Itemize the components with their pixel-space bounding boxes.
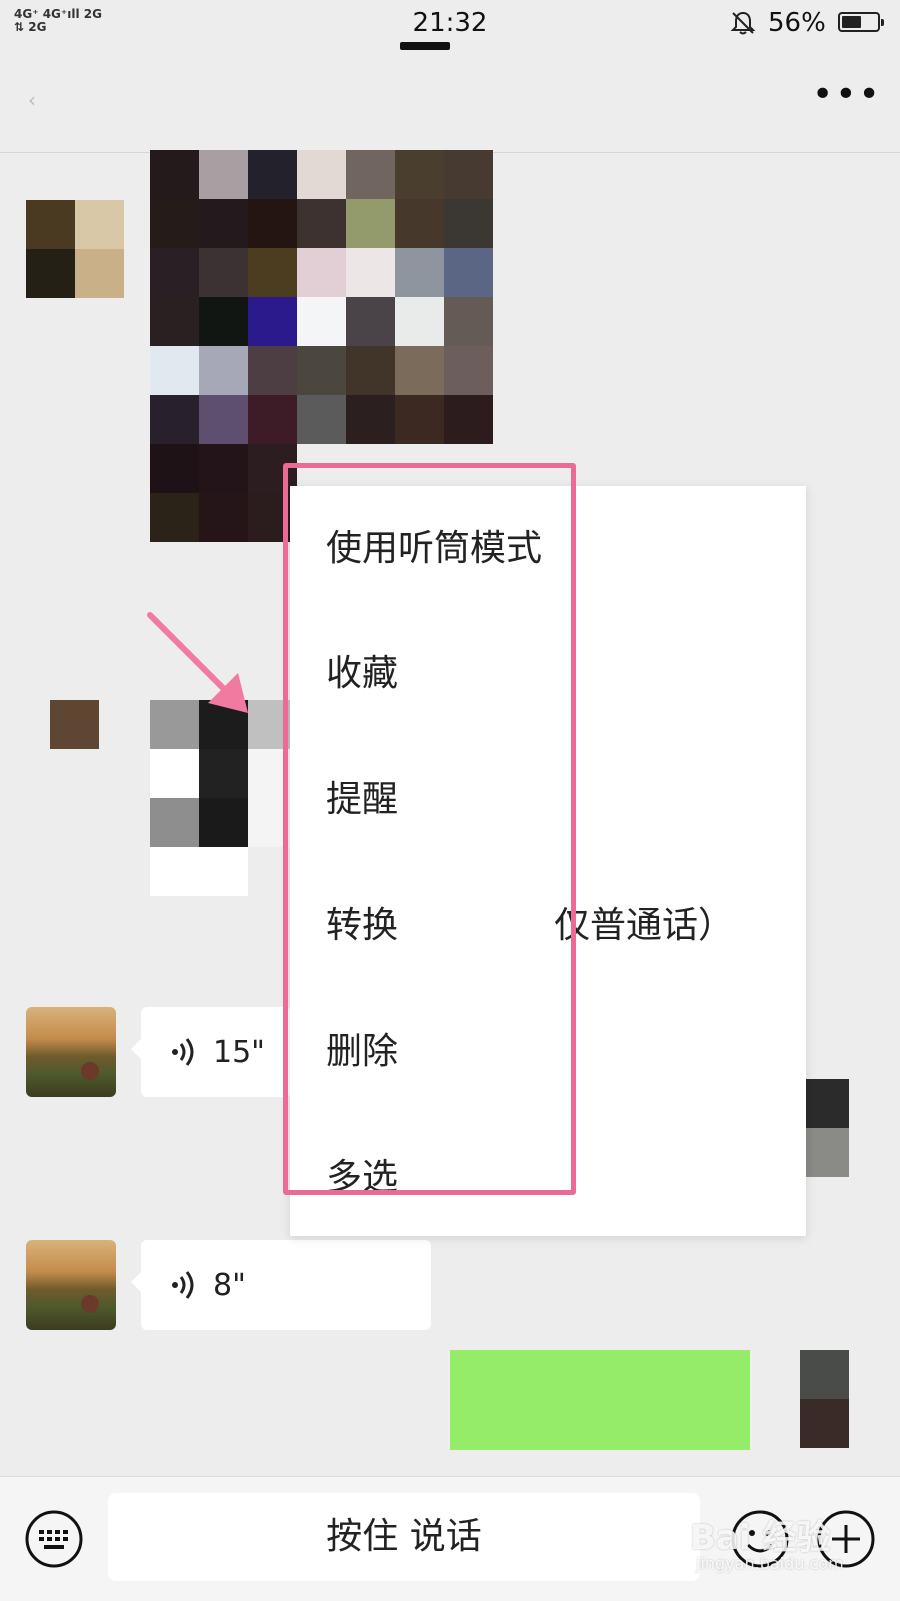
- mosaic-cell: [395, 297, 444, 346]
- mosaic-cell: [297, 346, 346, 395]
- mosaic-cell: [395, 248, 444, 297]
- mosaic-cell: [199, 248, 248, 297]
- mosaic-cell: [150, 248, 199, 297]
- battery-percent: 56%: [768, 8, 826, 38]
- menu-item-convert-to-text-tail[interactable]: 仅普通话）: [554, 896, 734, 956]
- mosaic-cell: [297, 395, 346, 444]
- mosaic-cell: [248, 395, 297, 444]
- status-time: 21:32: [412, 8, 488, 38]
- mosaic-cell: [199, 749, 248, 798]
- mute-bell-icon: [730, 11, 756, 35]
- mosaic-cell: [248, 297, 297, 346]
- sent-message-bubble[interactable]: [450, 1350, 750, 1450]
- watermark-line-1: Bai 经验: [690, 1518, 831, 1558]
- mosaic-cell: [150, 199, 199, 248]
- voice-message-bubble-2[interactable]: 8": [131, 1240, 431, 1330]
- mosaic-cell: [75, 249, 124, 298]
- avatar-1[interactable]: [26, 1007, 116, 1097]
- avatar-image: [26, 1007, 116, 1097]
- mosaic-cell: [297, 150, 346, 199]
- watermark-line-2: jingyan.baidu.com: [696, 1554, 844, 1573]
- mosaic-cell: [297, 248, 346, 297]
- mosaic-cell: [150, 847, 199, 896]
- mosaic-cell: [395, 346, 444, 395]
- mosaic-cell: [346, 297, 395, 346]
- mosaic-cell: [199, 199, 248, 248]
- mosaic-cell: [346, 150, 395, 199]
- chat-nav-bar: ‹ •••: [0, 48, 900, 153]
- battery-fill: [842, 16, 861, 28]
- mosaic-cell: [346, 395, 395, 444]
- mosaic-cell: [346, 248, 395, 297]
- mosaic-cell: [297, 199, 346, 248]
- mosaic-cell: [444, 199, 493, 248]
- mosaic-cell: [150, 395, 199, 444]
- mosaic-cell: [199, 346, 248, 395]
- mosaic-cell: [199, 798, 248, 847]
- mosaic-cell: [75, 200, 124, 249]
- voice-duration: 8": [213, 1268, 246, 1303]
- mosaic-cell: [444, 150, 493, 199]
- mosaic-cell: [297, 297, 346, 346]
- mosaic-cell: [150, 798, 199, 847]
- avatar-pixelated-3[interactable]: [800, 1030, 849, 1226]
- mosaic-cell: [50, 700, 99, 749]
- battery-tip: [881, 19, 884, 26]
- mosaic-cell: [150, 346, 199, 395]
- voice-duration: 15": [213, 1035, 265, 1070]
- hold-to-talk-button[interactable]: 按住 说话: [108, 1493, 700, 1581]
- mosaic-cell: [444, 297, 493, 346]
- status-bar: 4G⁺ 4G⁺ıll 2G ⇅ 2G 21:32 56%: [0, 0, 900, 50]
- voice-message-bubble-1[interactable]: 15": [131, 1007, 291, 1097]
- mosaic-cell: [150, 297, 199, 346]
- highlight-annotation: [283, 463, 576, 1195]
- keyboard-icon[interactable]: [24, 1509, 84, 1569]
- mosaic-cell: [199, 847, 248, 896]
- mosaic-cell: [800, 1128, 849, 1177]
- mosaic-cell: [248, 199, 297, 248]
- mosaic-cell: [199, 395, 248, 444]
- mosaic-cell: [800, 1177, 849, 1226]
- mosaic-cell: [150, 444, 199, 493]
- chevron-left-icon[interactable]: ‹: [28, 88, 36, 112]
- avatar-pixelated-4[interactable]: [800, 1350, 849, 1448]
- voice-wave-icon: [172, 1271, 194, 1299]
- baidu-jingyan-watermark: Bai 经验 jingyan.baidu.com: [690, 1510, 890, 1580]
- mosaic-cell: [150, 749, 199, 798]
- avatar-2[interactable]: [26, 1240, 116, 1330]
- more-dots-icon[interactable]: •••: [812, 74, 882, 115]
- mosaic-cell: [199, 493, 248, 542]
- avatar-pixelated-1[interactable]: [26, 200, 124, 298]
- mosaic-cell: [199, 297, 248, 346]
- mosaic-cell: [395, 199, 444, 248]
- voice-wave-icon: [172, 1038, 194, 1066]
- mosaic-cell: [444, 346, 493, 395]
- mosaic-cell: [248, 346, 297, 395]
- mosaic-cell: [199, 150, 248, 199]
- mosaic-cell: [199, 444, 248, 493]
- mosaic-cell: [26, 249, 75, 298]
- mosaic-cell: [444, 248, 493, 297]
- mosaic-cell: [395, 150, 444, 199]
- mosaic-cell: [346, 346, 395, 395]
- mosaic-cell: [800, 1079, 849, 1128]
- avatar-pixelated-2[interactable]: [50, 700, 99, 749]
- mosaic-cell: [150, 493, 199, 542]
- mosaic-cell: [395, 395, 444, 444]
- message-pixelated-2[interactable]: [150, 700, 297, 896]
- mosaic-cell: [800, 1399, 849, 1448]
- mosaic-cell: [444, 395, 493, 444]
- mosaic-cell: [26, 200, 75, 249]
- mosaic-cell: [346, 199, 395, 248]
- mosaic-cell: [248, 150, 297, 199]
- mosaic-cell: [248, 248, 297, 297]
- avatar-image: [26, 1240, 116, 1330]
- arrow-annotation-icon: [147, 612, 248, 713]
- battery-icon: [838, 12, 884, 32]
- mosaic-cell: [800, 1350, 849, 1399]
- mosaic-cell: [150, 150, 199, 199]
- mosaic-cell: [800, 1030, 849, 1079]
